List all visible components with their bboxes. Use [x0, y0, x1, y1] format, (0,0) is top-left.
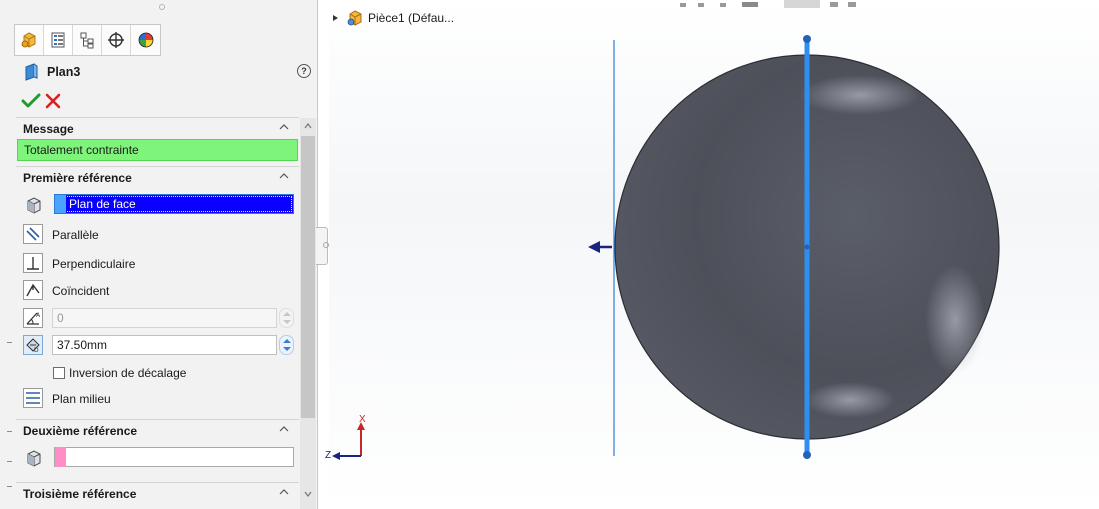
second-reference-header[interactable]: Deuxième référence [16, 419, 299, 442]
second-reference-selection[interactable] [54, 447, 294, 467]
perpendicular-icon [27, 257, 39, 270]
first-reference-selection[interactable]: Plan de face [54, 194, 294, 214]
selection-color-marker [55, 447, 66, 467]
coincident-button[interactable] [23, 280, 43, 300]
selection-value: Plan de face [69, 197, 136, 211]
panel-grip-handle[interactable] [159, 4, 165, 10]
parallel-label: Parallèle [52, 228, 99, 242]
parallel-icon [26, 227, 40, 241]
triad-x-label: X [359, 414, 366, 425]
plane-preview-handle [803, 451, 811, 459]
status-message: Totalement contrainte [24, 143, 139, 157]
svg-text:D: D [34, 347, 39, 354]
scrollbar-thumb[interactable] [301, 136, 315, 418]
offset-distance-button[interactable]: D [23, 335, 43, 355]
reference-entity-icon [27, 450, 41, 467]
spin-down-icon [283, 320, 291, 324]
coincident-icon [26, 283, 40, 297]
sphere-highlight [925, 265, 985, 375]
angle-button[interactable]: A [23, 308, 43, 328]
edge-tick [7, 461, 12, 462]
plane-preview-handle [803, 35, 811, 43]
selection-color-marker [55, 195, 66, 213]
property-icon [51, 32, 65, 48]
dimxpert-tab[interactable] [102, 25, 131, 55]
sphere-highlight [805, 382, 895, 418]
ok-check-icon[interactable] [21, 92, 41, 110]
plane-preview-center [804, 244, 810, 250]
status-message-bar: Totalement contrainte [17, 139, 298, 161]
model-view[interactable] [329, 0, 1099, 509]
section-title: Message [23, 122, 74, 136]
angle-icon: A [26, 312, 41, 325]
feature-title: Plan3 [47, 65, 81, 79]
cancel-x-icon[interactable] [44, 92, 62, 110]
angle-input[interactable]: 0 [52, 308, 277, 328]
chevron-up-icon[interactable] [278, 486, 290, 498]
configuration-manager-tab[interactable] [73, 25, 102, 55]
arrow-head-icon [588, 241, 600, 253]
crosshair-icon [108, 32, 124, 48]
parallel-button[interactable] [23, 224, 43, 244]
mid-plane-button[interactable] [23, 388, 43, 408]
scroll-down-icon[interactable] [303, 489, 313, 499]
mid-plane-label: Plan milieu [52, 392, 111, 406]
triad-z-label: Z [325, 450, 332, 461]
section-title: Deuxième référence [23, 424, 138, 438]
coincident-label: Coïncident [52, 284, 110, 298]
section-title: Troisième référence [23, 487, 137, 501]
reference-entity-icon [27, 197, 41, 214]
message-section-header[interactable]: Message [16, 117, 299, 140]
spin-down-icon [283, 347, 291, 351]
part-icon [21, 32, 36, 48]
offset-distance-input[interactable]: 37.50mm [52, 335, 277, 355]
perpendicular-button[interactable] [23, 253, 43, 273]
manager-tab-bar [14, 24, 161, 56]
flip-offset-checkbox[interactable] [53, 367, 65, 379]
chevron-up-icon[interactable] [278, 423, 290, 435]
scroll-up-icon[interactable] [303, 121, 313, 131]
mid-plane-icon [26, 392, 40, 404]
appearance-icon [138, 32, 153, 48]
edge-tick [7, 431, 12, 432]
feature-manager-tab[interactable] [15, 25, 44, 55]
property-manager-tab[interactable] [44, 25, 73, 55]
flip-offset-label: Inversion de décalage [69, 366, 187, 380]
chevron-up-icon[interactable] [278, 121, 290, 133]
perpendicular-label: Perpendiculaire [52, 257, 136, 271]
feature-titlebar: Plan3 ? [22, 62, 312, 82]
third-reference-header[interactable]: Troisième référence [16, 482, 299, 505]
configuration-icon [80, 32, 94, 49]
svg-text:A: A [36, 312, 41, 319]
offset-spinner[interactable] [279, 335, 294, 355]
help-icon[interactable]: ? [297, 64, 311, 78]
chevron-up-icon[interactable] [278, 170, 290, 182]
spin-up-icon [283, 339, 291, 343]
section-title: Première référence [23, 171, 132, 185]
sphere-highlight [800, 75, 920, 115]
first-reference-header[interactable]: Première référence [16, 166, 299, 189]
angle-spinner[interactable] [279, 308, 294, 328]
display-manager-tab[interactable] [131, 25, 160, 55]
spin-up-icon [283, 312, 291, 316]
edge-tick [7, 342, 12, 343]
plane-icon [25, 63, 38, 81]
offset-distance-icon: D [26, 338, 40, 354]
edge-tick [7, 486, 12, 487]
